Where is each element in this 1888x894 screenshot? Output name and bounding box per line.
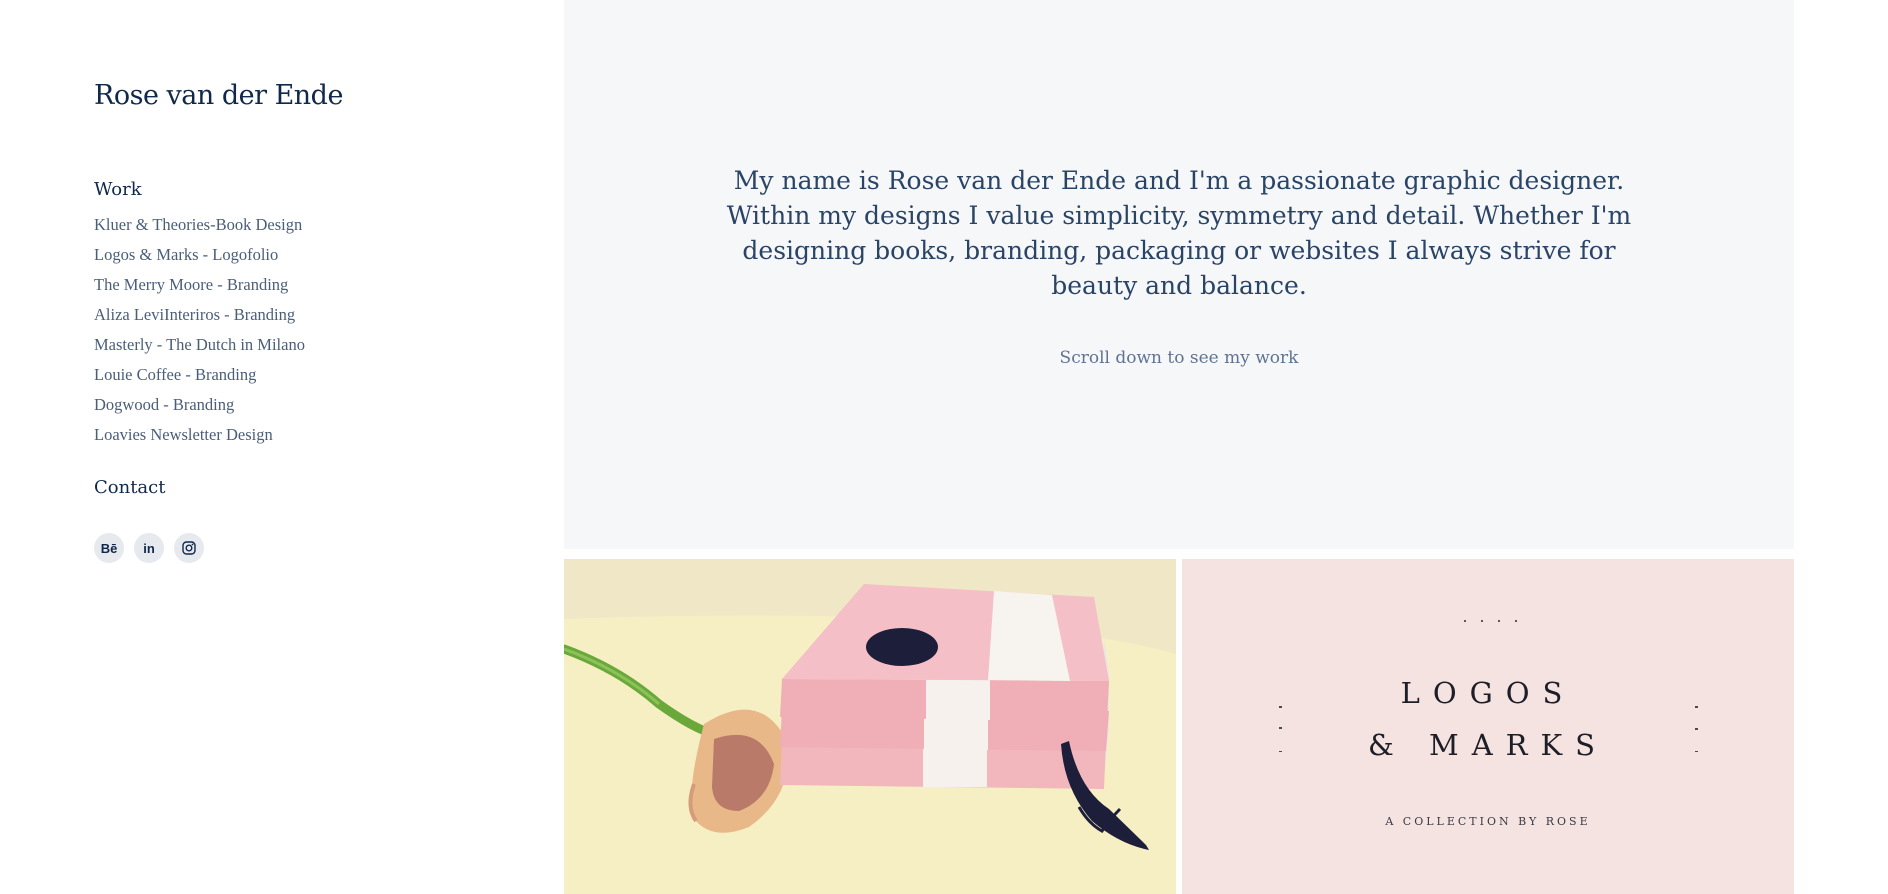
intro-hero: My name is Rose van der Ende and I'm a p… [564,0,1794,549]
social-links: Bē in [94,533,204,563]
nav-item-aliza-levi[interactable]: Aliza LeviInteriros - Branding [94,304,305,334]
project-tile-book-design[interactable] [564,559,1176,894]
site-title[interactable]: Rose van der Ende [94,80,343,111]
nav-item-dogwood[interactable]: Dogwood - Branding [94,394,305,424]
work-nav: Kluer & Theories-Book Design Logos & Mar… [94,214,305,454]
nav-item-louie-coffee[interactable]: Louie Coffee - Branding [94,364,305,394]
nav-item-masterly[interactable]: Masterly - The Dutch in Milano [94,334,305,364]
logos-decorative-marks [1279,619,1698,752]
work-heading[interactable]: Work [94,179,142,200]
behance-icon[interactable]: Bē [94,533,124,563]
nav-item-loavies[interactable]: Loavies Newsletter Design [94,424,305,454]
project-tile-logos-marks[interactable]: LOGOS & MARKS A COLLECTION BY ROSE [1182,559,1794,894]
nav-item-logos-marks[interactable]: Logos & Marks - Logofolio [94,244,305,274]
scroll-hint: Scroll down to see my work [1059,348,1299,368]
nav-item-merry-moore[interactable]: The Merry Moore - Branding [94,274,305,304]
nav-item-kluer-theories[interactable]: Kluer & Theories-Book Design [94,214,305,244]
intro-text: My name is Rose van der Ende and I'm a p… [726,166,1632,300]
book-photo [564,559,1176,850]
linkedin-icon[interactable]: in [134,533,164,563]
contact-heading[interactable]: Contact [94,477,165,498]
instagram-icon[interactable] [174,533,204,563]
